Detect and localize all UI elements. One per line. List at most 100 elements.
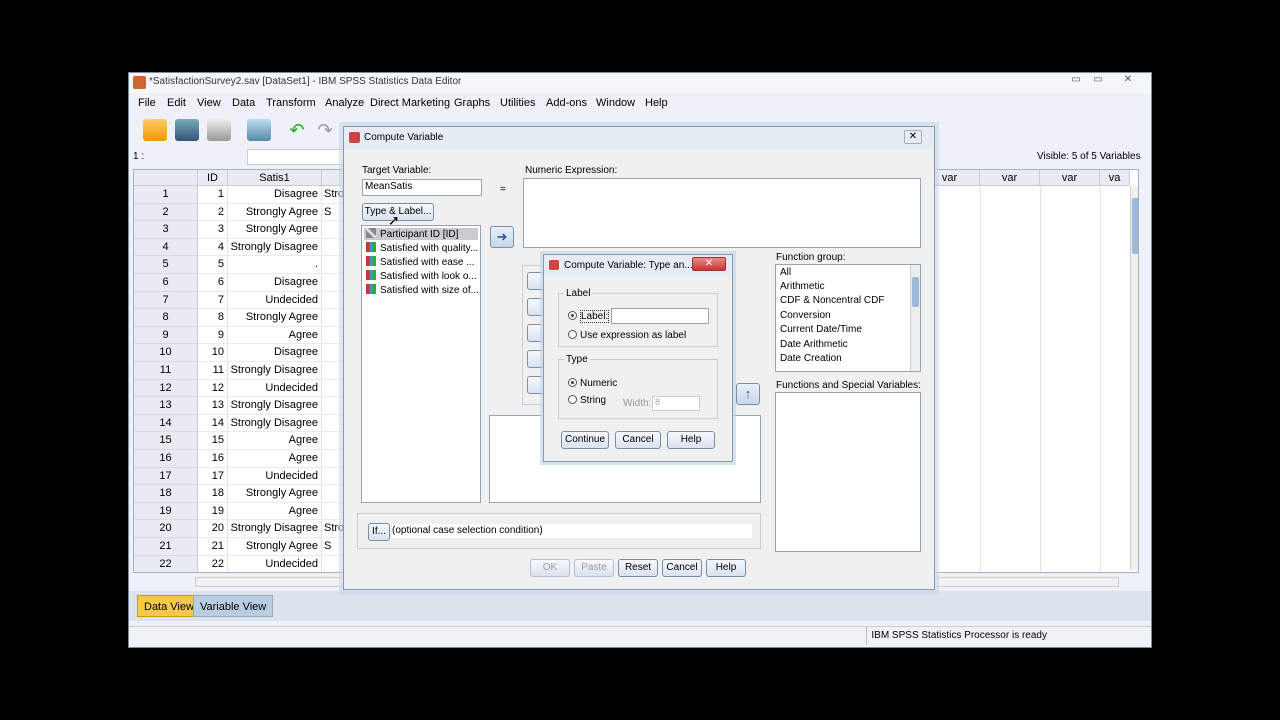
use-expression-radio[interactable]: Use expression as label [568, 330, 686, 341]
row-number[interactable]: 15 [134, 432, 198, 450]
label-input[interactable] [611, 308, 709, 324]
menu-transform[interactable]: Transform [266, 97, 316, 109]
menu-data[interactable]: Data [232, 97, 255, 109]
redo-icon[interactable]: ↷ [313, 119, 337, 141]
save-icon[interactable] [175, 119, 199, 141]
open-file-icon[interactable] [143, 119, 167, 141]
cancel-button[interactable]: Cancel [662, 559, 702, 577]
cell-satis1[interactable]: Undecided [228, 379, 322, 398]
row-number[interactable]: 2 [134, 203, 198, 222]
cell-id[interactable]: 14 [198, 414, 228, 433]
row-number[interactable]: 16 [134, 450, 198, 468]
row-number[interactable]: 13 [134, 397, 198, 415]
cell-satis1[interactable]: Strongly Agree [228, 538, 322, 556]
cell-id[interactable]: 1 [198, 186, 228, 204]
cell-id[interactable]: 22 [198, 555, 228, 572]
ok-button[interactable]: OK [530, 559, 570, 577]
undo-icon[interactable]: ↶ [285, 119, 309, 141]
cell-satis1[interactable]: Undecided [228, 555, 322, 572]
move-up-arrow-icon[interactable]: ↑ [736, 383, 760, 405]
row-number[interactable]: 12 [134, 379, 198, 398]
label-radio[interactable]: Label: [568, 310, 610, 323]
column-header-var[interactable]: va [1100, 170, 1130, 186]
cell-satis1[interactable]: Strongly Disagree [228, 397, 322, 415]
function-group-scrollbar[interactable] [910, 265, 920, 371]
reset-button[interactable]: Reset [618, 559, 658, 577]
row-number[interactable]: 19 [134, 502, 198, 521]
function-group-item[interactable]: Conversion [780, 310, 831, 321]
width-input[interactable]: 8 [652, 396, 700, 411]
cell-satis1[interactable]: Agree [228, 432, 322, 450]
row-number[interactable]: 22 [134, 555, 198, 572]
row-number[interactable]: 7 [134, 291, 198, 310]
variable-item[interactable]: Participant ID [ID] [364, 228, 478, 240]
recall-dialog-icon[interactable] [247, 119, 271, 141]
help-button[interactable]: Help [706, 559, 746, 577]
variable-item[interactable]: Satisfied with look o... [366, 270, 477, 282]
cell-id[interactable]: 15 [198, 432, 228, 450]
row-number[interactable]: 8 [134, 309, 198, 327]
cell-id[interactable]: 12 [198, 379, 228, 398]
tab-variable-view[interactable]: Variable View [193, 595, 274, 617]
row-number[interactable]: 3 [134, 221, 198, 239]
function-group-item[interactable]: Arithmetic [780, 281, 824, 292]
menu-edit[interactable]: Edit [167, 97, 186, 109]
menu-add-ons[interactable]: Add-ons [546, 97, 587, 109]
cell-id[interactable]: 18 [198, 485, 228, 503]
cell-satis1[interactable]: Strongly Disagree [228, 362, 322, 380]
row-number[interactable]: 9 [134, 326, 198, 345]
cell-id[interactable]: 6 [198, 274, 228, 292]
menu-direct-marketing[interactable]: Direct Marketing [370, 97, 450, 109]
menu-utilities[interactable]: Utilities [500, 97, 535, 109]
tab-data-view[interactable]: Data View [137, 595, 201, 617]
row-number[interactable]: 18 [134, 485, 198, 503]
cell-id[interactable]: 17 [198, 467, 228, 486]
maximize-button[interactable]: ▭ [1089, 74, 1107, 86]
menu-file[interactable]: File [138, 97, 156, 109]
cell-id[interactable]: 10 [198, 344, 228, 362]
close-button[interactable]: ✕ [1119, 74, 1137, 86]
variable-list[interactable]: Participant ID [ID] Satisfied with quali… [361, 225, 481, 503]
cell-satis1[interactable]: Agree [228, 326, 322, 345]
row-number[interactable]: 6 [134, 274, 198, 292]
cell-id[interactable]: 8 [198, 309, 228, 327]
paste-button[interactable]: Paste [574, 559, 614, 577]
cell-id[interactable]: 11 [198, 362, 228, 380]
continue-button[interactable]: Continue [561, 431, 609, 449]
function-group-list[interactable]: All Arithmetic CDF & Noncentral CDF Conv… [775, 264, 921, 372]
type-label-close-icon[interactable]: ✕ [692, 257, 726, 271]
print-icon[interactable] [207, 119, 231, 141]
cell-id[interactable]: 3 [198, 221, 228, 239]
row-number[interactable]: 20 [134, 520, 198, 538]
cell-satis1[interactable]: Strongly Disagree [228, 520, 322, 538]
function-group-item[interactable]: CDF & Noncentral CDF [780, 295, 884, 306]
row-number[interactable]: 14 [134, 414, 198, 433]
function-group-item[interactable]: Current Date/Time [780, 324, 862, 335]
cell-satis1[interactable]: . [228, 256, 322, 274]
help-button[interactable]: Help [667, 431, 715, 449]
cell-id[interactable]: 21 [198, 538, 228, 556]
cell-id[interactable]: 4 [198, 238, 228, 257]
cell-satis1[interactable]: Agree [228, 502, 322, 521]
menu-help[interactable]: Help [645, 97, 668, 109]
row-number[interactable]: 4 [134, 238, 198, 257]
function-group-item[interactable]: Date Arithmetic [780, 339, 848, 350]
cell-satis1[interactable]: Undecided [228, 291, 322, 310]
row-number[interactable]: 17 [134, 467, 198, 486]
cell-satis1[interactable]: Strongly Agree [228, 203, 322, 222]
cell-satis1[interactable]: Undecided [228, 467, 322, 486]
cell-id[interactable]: 19 [198, 502, 228, 521]
column-header-id[interactable]: ID [198, 170, 228, 186]
numeric-radio[interactable]: Numeric [568, 378, 617, 389]
if-button[interactable]: If... [368, 523, 390, 541]
menu-window[interactable]: Window [596, 97, 635, 109]
string-radio[interactable]: String [568, 395, 606, 406]
cell-satis1[interactable]: Strongly Agree [228, 309, 322, 327]
cell-id[interactable]: 7 [198, 291, 228, 310]
function-group-item[interactable]: All [780, 267, 791, 278]
menu-view[interactable]: View [197, 97, 221, 109]
cell-id[interactable]: 9 [198, 326, 228, 345]
column-header-var[interactable]: var [1040, 170, 1100, 186]
numeric-expression-input[interactable] [523, 178, 921, 248]
cell-id[interactable]: 2 [198, 203, 228, 222]
